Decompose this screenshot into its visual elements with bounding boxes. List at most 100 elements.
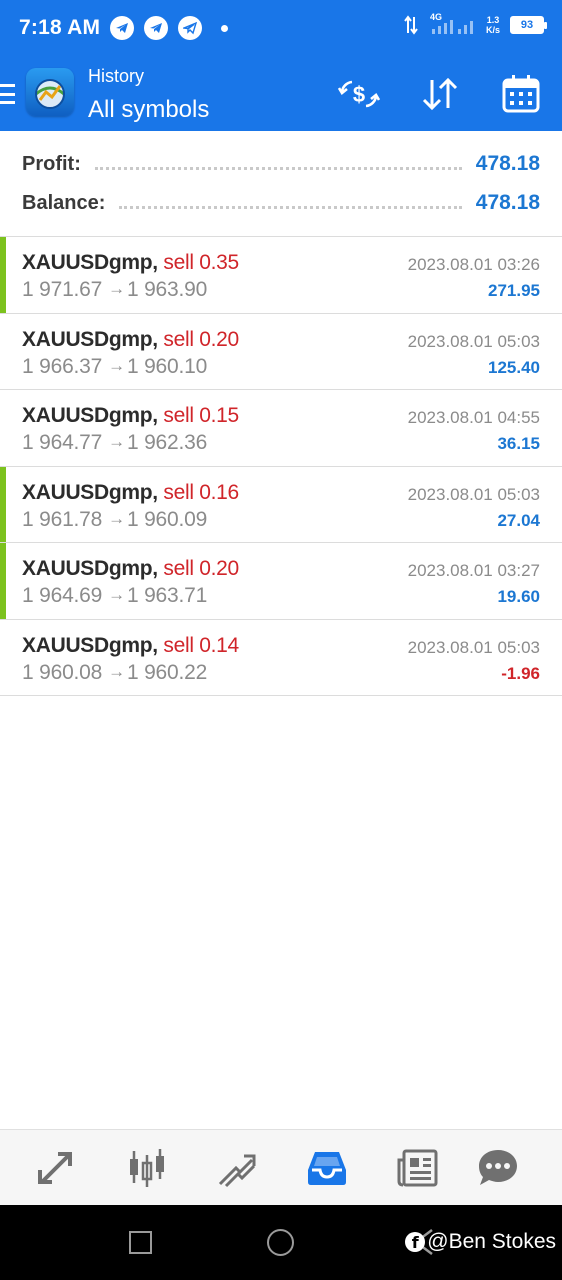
telegram-icon xyxy=(144,16,168,40)
deal-symbol-line: XAUUSDgmp, sell 0.35 xyxy=(22,251,239,275)
deal-time: 2023.08.01 03:27 xyxy=(407,561,540,580)
deal-open-price: 1 960.08 xyxy=(22,660,103,684)
deal-symbol: XAUUSDgmp, xyxy=(22,404,158,427)
deal-close-price: 1 962.36 xyxy=(126,431,208,454)
account-summary: Profit: 478.18 Balance: 478.18 xyxy=(0,131,562,237)
sort-icon xyxy=(422,77,458,111)
deal-profit: 27.04 xyxy=(497,510,540,530)
deal-symbol-line: XAUUSDgmp, sell 0.14 xyxy=(22,634,239,658)
dollar-swap-icon: $ xyxy=(338,80,380,108)
deal-open-price: 1 961.78 xyxy=(22,507,103,531)
deal-open-price: 1 966.37 xyxy=(22,354,103,378)
bottom-nav xyxy=(0,1129,562,1205)
deal-side: sell 0.16 xyxy=(163,480,239,504)
deal-open-price: 1 971.67 xyxy=(22,278,103,301)
deal-side: sell 0.35 xyxy=(163,251,239,274)
status-bar: 7:18 AM 4G 1.3 K/s 93 xyxy=(0,0,562,58)
deal-profit: 36.15 xyxy=(497,434,540,453)
profit-value: 478.18 xyxy=(475,152,540,175)
deal-side: sell 0.14 xyxy=(163,633,239,657)
home-button[interactable] xyxy=(267,1229,294,1256)
arrow-icon: → xyxy=(108,585,125,604)
profit-label: Profit: xyxy=(22,152,81,175)
dollar-swap-button[interactable]: $ xyxy=(337,72,381,116)
deal-row[interactable]: XAUUSDgmp, sell 0.15 1 964.77 →1 962.36 2… xyxy=(0,390,562,467)
notification-dot xyxy=(221,25,228,32)
deal-symbol-line: XAUUSDgmp, sell 0.16 xyxy=(22,481,239,505)
arrow-icon: → xyxy=(108,279,125,298)
arrow-icon: → xyxy=(108,355,125,375)
nav-chart[interactable] xyxy=(123,1144,171,1192)
deal-time: 2023.08.01 04:55 xyxy=(407,408,540,427)
deal-prices: 1 961.78 →1 960.09 xyxy=(22,508,207,532)
arrow-icon: → xyxy=(108,661,125,681)
battery-icon: 93 xyxy=(510,16,547,34)
deal-time: 2023.08.01 03:26 xyxy=(407,255,540,274)
deal-side: sell 0.15 xyxy=(163,404,239,427)
news-icon xyxy=(397,1149,438,1187)
deal-close-price: 1 960.22 xyxy=(126,660,208,684)
header-subtitle: History xyxy=(88,66,145,86)
battery-level: 93 xyxy=(520,19,534,31)
arrow-icon: → xyxy=(108,432,125,451)
deal-close-price: 1 963.90 xyxy=(126,278,208,301)
app-bar: History All symbols $ xyxy=(0,58,562,131)
deal-symbol: XAUUSDgmp, xyxy=(22,557,158,580)
nav-news[interactable] xyxy=(393,1144,441,1192)
calendar-button[interactable] xyxy=(499,72,543,116)
deal-prices: 1 966.37 →1 960.10 xyxy=(22,355,207,379)
deal-prices: 1 964.69 →1 963.71 xyxy=(22,584,207,608)
data-arrows-icon xyxy=(404,15,418,35)
balance-value: 478.18 xyxy=(475,191,540,214)
deal-prices: 1 971.67 →1 963.90 xyxy=(22,278,207,302)
system-nav-bar: f @Ben Stokes xyxy=(0,1205,562,1280)
watermark-text: @Ben Stokes xyxy=(427,1230,556,1253)
deal-row[interactable]: XAUUSDgmp, sell 0.16 1 961.78 →1 960.09 2… xyxy=(0,466,562,543)
deal-symbol-line: XAUUSDgmp, sell 0.20 xyxy=(22,328,239,352)
deal-profit: 19.60 xyxy=(497,587,540,606)
deal-row[interactable]: XAUUSDgmp, sell 0.20 1 966.37 →1 960.10 2… xyxy=(0,314,562,390)
deal-side: sell 0.20 xyxy=(163,557,239,580)
profit-row: Profit: 478.18 xyxy=(22,149,540,179)
nav-chat[interactable] xyxy=(474,1144,522,1192)
deal-symbol: XAUUSDgmp, xyxy=(22,480,158,504)
deal-profit: 125.40 xyxy=(488,357,540,377)
svg-text:$: $ xyxy=(353,82,365,107)
dotted-leader xyxy=(94,166,462,170)
net-speed-unit: K/s xyxy=(485,25,500,35)
deal-profit: 271.95 xyxy=(488,281,540,300)
deal-close-price: 1 960.09 xyxy=(126,507,208,531)
deal-side: sell 0.20 xyxy=(163,327,239,351)
deal-row[interactable]: XAUUSDgmp, sell 0.14 1 960.08 →1 960.22 2… xyxy=(0,620,562,696)
history-icon xyxy=(308,1152,346,1185)
signal-icon: 4G xyxy=(428,12,476,36)
nav-trade[interactable] xyxy=(213,1144,261,1192)
balance-row: Balance: 478.18 xyxy=(22,188,540,218)
watermark: f @Ben Stokes xyxy=(405,1230,556,1254)
deal-symbol: XAUUSDgmp, xyxy=(22,327,158,351)
deal-open-price: 1 964.69 xyxy=(22,584,103,607)
balance-label: Balance: xyxy=(22,191,106,214)
nav-quotes[interactable] xyxy=(33,1144,81,1192)
deal-symbol-line: XAUUSDgmp, sell 0.15 xyxy=(22,404,239,428)
telegram-x-icon xyxy=(178,16,202,40)
nav-history[interactable] xyxy=(303,1144,351,1192)
menu-icon[interactable] xyxy=(0,84,15,104)
calendar-icon xyxy=(502,75,540,113)
status-time: 7:18 AM xyxy=(19,16,101,39)
facebook-icon: f xyxy=(405,1232,426,1252)
deal-row[interactable]: XAUUSDgmp, sell 0.20 1 964.69 →1 963.71 2… xyxy=(0,543,562,620)
deals-list: XAUUSDgmp, sell 0.35 1 971.67 →1 963.90 2… xyxy=(0,237,562,696)
deal-symbol: XAUUSDgmp, xyxy=(22,251,158,274)
sort-button[interactable] xyxy=(418,72,462,116)
arrow-icon: → xyxy=(108,508,125,528)
deal-time: 2023.08.01 05:03 xyxy=(407,637,540,657)
quotes-icon xyxy=(38,1152,72,1184)
deal-row[interactable]: XAUUSDgmp, sell 0.35 1 971.67 →1 963.90 2… xyxy=(0,237,562,314)
chart-icon xyxy=(130,1149,164,1187)
deal-time: 2023.08.01 05:03 xyxy=(407,484,540,504)
header-title[interactable]: All symbols xyxy=(88,96,209,124)
status-right: 4G 1.3 K/s 93 xyxy=(404,12,547,36)
recents-button[interactable] xyxy=(129,1231,152,1254)
deal-symbol-line: XAUUSDgmp, sell 0.20 xyxy=(22,557,239,581)
